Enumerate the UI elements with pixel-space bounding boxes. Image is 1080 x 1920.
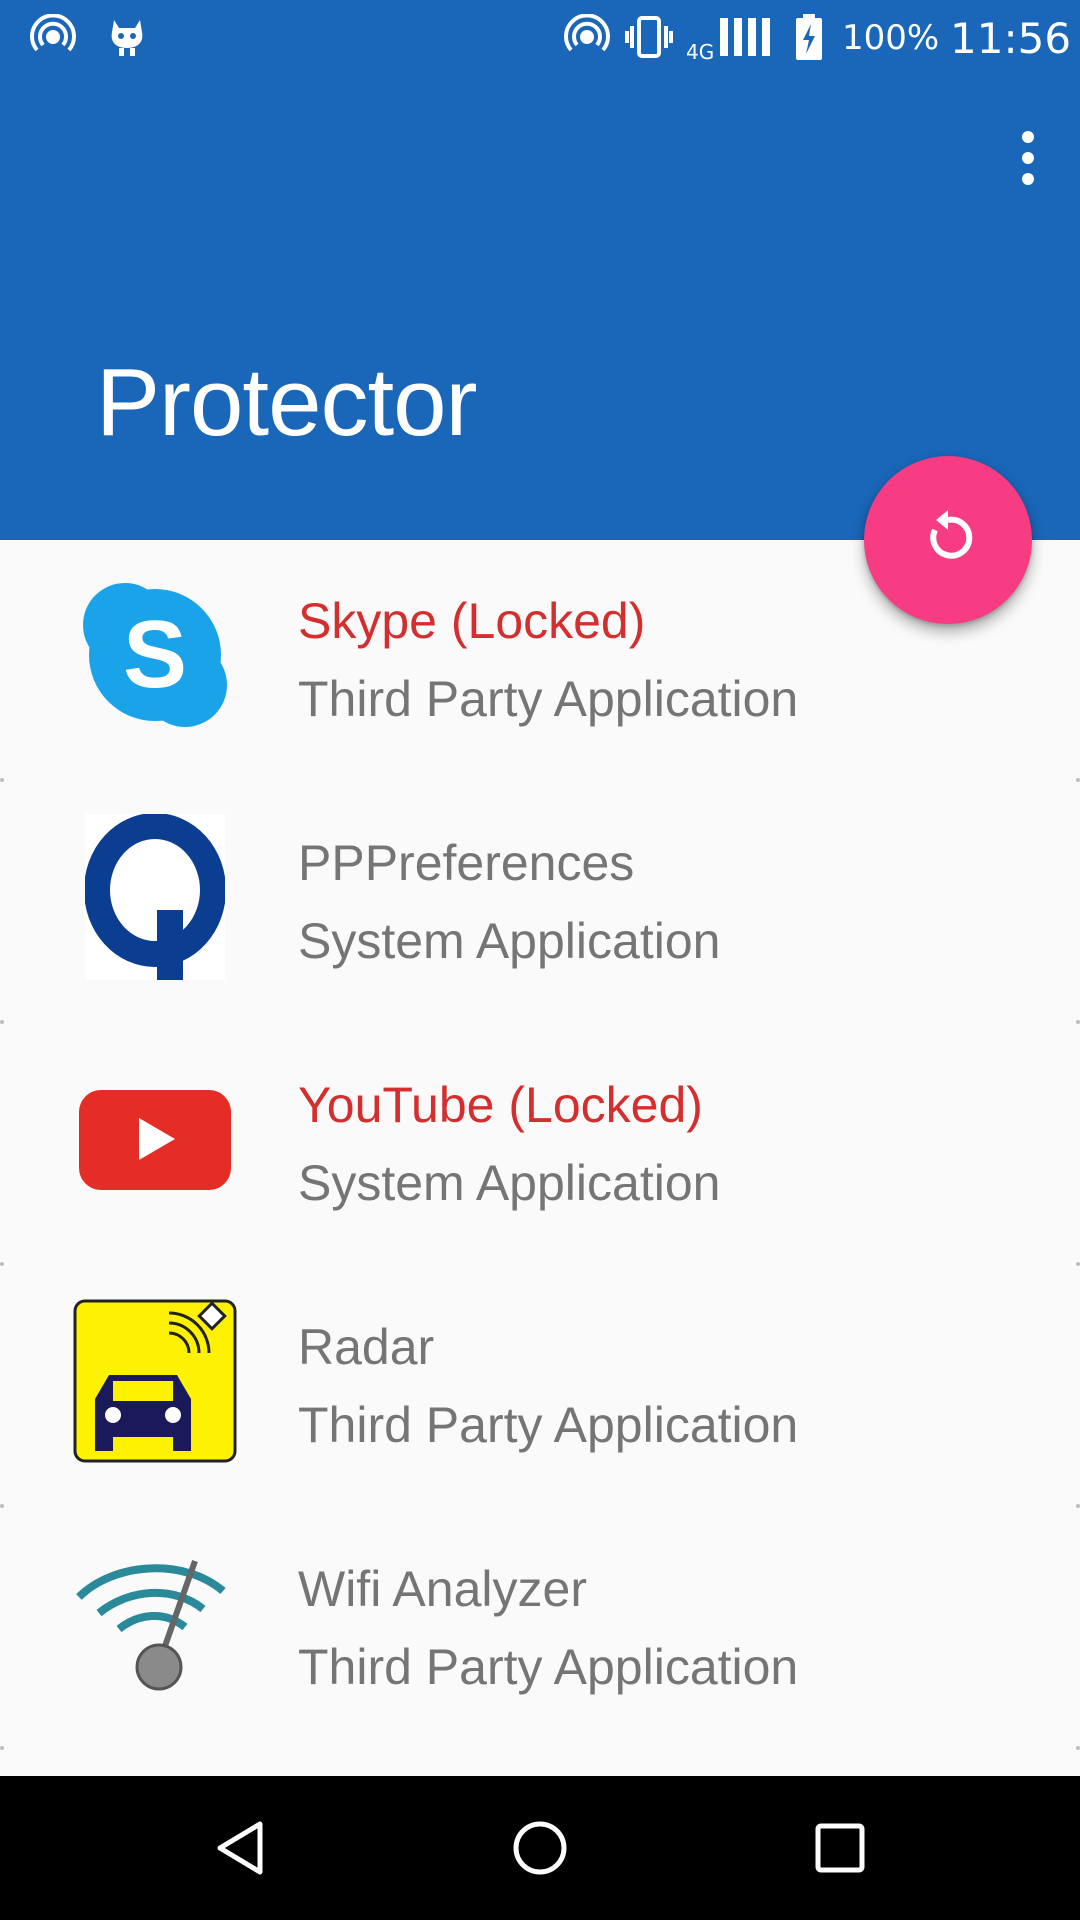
screen: 4G 100% 11:56 Protector S Skype (Locked)… [0, 0, 1080, 1920]
status-bar: 4G 100% 11:56 [0, 0, 1080, 78]
navigation-bar [0, 1776, 1080, 1920]
home-circle-icon [513, 1821, 567, 1875]
app-type: Third Party Application [298, 1639, 799, 1695]
recents-button[interactable] [800, 1808, 880, 1888]
home-button[interactable] [500, 1808, 580, 1888]
refresh-icon [918, 508, 978, 573]
app-type: Third Party Application [298, 1397, 799, 1453]
app-name: Wifi Analyzer [298, 1561, 587, 1617]
app-name: Radar [298, 1319, 435, 1375]
refresh-fab-button[interactable] [864, 456, 1032, 624]
network-type-label: 4G [686, 40, 715, 64]
wifi-analyzer-icon [70, 1538, 240, 1708]
skype-icon: S [70, 570, 240, 740]
overflow-menu-button[interactable] [992, 118, 1064, 198]
back-button[interactable] [200, 1808, 280, 1888]
app-type: Third Party Application [298, 671, 799, 727]
list-item[interactable]: YouTube (Locked) System Application [0, 1024, 1080, 1266]
list-item[interactable]: PPPreferences System Application [0, 782, 1080, 1024]
svg-text:S: S [123, 601, 187, 708]
pppreferences-icon [70, 812, 240, 982]
app-name: PPPreferences [298, 835, 635, 891]
battery-charging-icon [794, 14, 824, 65]
cyanogen-icon [104, 14, 150, 65]
list-divider [0, 1746, 1080, 1750]
youtube-icon [70, 1054, 240, 1224]
radar-icon [70, 1296, 240, 1466]
app-type: System Application [298, 913, 721, 969]
clock-label: 11:56 [950, 14, 1072, 63]
app-name: Skype (Locked) [298, 593, 646, 649]
list-item[interactable]: Wifi Analyzer Third Party Application [0, 1508, 1080, 1750]
overflow-dot-icon [1022, 152, 1034, 164]
signal-icon [718, 14, 774, 65]
app-name: YouTube (Locked) [298, 1077, 703, 1133]
hotspot-icon [564, 13, 610, 65]
app-list: S Skype (Locked) Third Party Application… [0, 540, 1080, 1750]
app-type: System Application [298, 1155, 721, 1211]
recents-square-icon [815, 1823, 865, 1873]
back-triangle-icon [217, 1821, 263, 1875]
overflow-dot-icon [1022, 131, 1034, 143]
list-item[interactable]: Radar Third Party Application [0, 1266, 1080, 1508]
vibrate-icon [624, 14, 674, 65]
battery-percent-label: 100% [842, 18, 940, 58]
hotspot-icon [30, 13, 76, 65]
page-title: Protector [96, 349, 477, 456]
overflow-dot-icon [1022, 173, 1034, 185]
